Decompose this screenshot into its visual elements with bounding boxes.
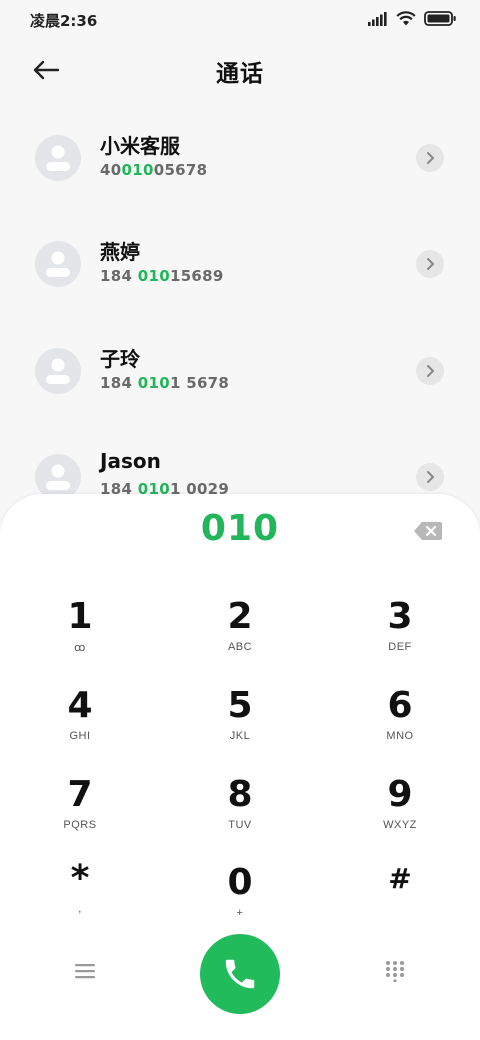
- key-digit: 9: [387, 774, 413, 815]
- key-digit: 3: [387, 596, 413, 637]
- dialpad-panel: 010 1 ꝏ 2 ABC 3 DEF 4 GHI 5 JKL 6 MNO 7 …: [0, 494, 480, 1040]
- match-highlight: 010: [137, 374, 170, 392]
- match-highlight: 010: [137, 267, 170, 285]
- contact-row[interactable]: 燕婷 184 01015689: [0, 220, 480, 308]
- key-digit: 8: [227, 774, 253, 815]
- key-letters: WXYZ: [383, 819, 417, 831]
- keypad-icon: [386, 961, 404, 982]
- status-icons: [368, 11, 456, 26]
- call-button[interactable]: [200, 934, 280, 1014]
- key-digit: 5: [227, 685, 253, 726]
- key-letters: TUV: [228, 819, 252, 831]
- key-letters: +: [236, 907, 244, 919]
- contact-number: 184 01015689: [100, 267, 224, 285]
- key-digit: 1: [67, 596, 93, 637]
- contact-detail-button[interactable]: [416, 463, 444, 491]
- key-star[interactable]: * ,: [20, 858, 140, 940]
- key-digit: 0: [227, 862, 253, 903]
- dial-input[interactable]: 010: [0, 508, 480, 549]
- key-letters: DEF: [388, 641, 412, 653]
- contact-row[interactable]: 小米客服 4001005678: [0, 114, 480, 202]
- key-digit: 2: [227, 596, 253, 637]
- key-digit: #: [388, 862, 412, 895]
- menu-icon: [75, 964, 95, 979]
- key-letters: MNO: [386, 730, 414, 742]
- key-digit: 7: [67, 774, 93, 815]
- key-letters: JKL: [229, 730, 251, 742]
- contact-row[interactable]: 子玲 184 0101 5678: [0, 327, 480, 415]
- voicemail-icon: ꝏ: [74, 642, 86, 654]
- person-icon: [46, 251, 70, 277]
- avatar: [35, 348, 81, 394]
- contact-detail-button[interactable]: [416, 357, 444, 385]
- key-3[interactable]: 3 DEF: [340, 596, 460, 678]
- chevron-right-icon: [427, 365, 434, 377]
- key-4[interactable]: 4 GHI: [20, 685, 140, 767]
- match-highlight: 010: [121, 161, 154, 179]
- avatar: [35, 135, 81, 181]
- phone-icon: [225, 959, 255, 989]
- contact-number: 4001005678: [100, 161, 208, 179]
- key-0[interactable]: 0 +: [180, 862, 300, 944]
- contact-name: Jason: [100, 449, 161, 473]
- chevron-right-icon: [427, 258, 434, 270]
- avatar: [35, 241, 81, 287]
- menu-button[interactable]: [70, 956, 100, 986]
- contact-number: 184 0101 5678: [100, 374, 230, 392]
- page-title: 通话: [216, 61, 264, 87]
- person-icon: [46, 358, 70, 384]
- contact-detail-button[interactable]: [416, 250, 444, 278]
- key-digit: 4: [67, 685, 93, 726]
- backspace-icon: [414, 522, 442, 540]
- contact-detail-button[interactable]: [416, 144, 444, 172]
- keypad-toggle-button[interactable]: [380, 956, 410, 986]
- backspace-button[interactable]: [413, 521, 443, 541]
- wifi-icon: [396, 11, 416, 26]
- key-5[interactable]: 5 JKL: [180, 685, 300, 767]
- key-letters: ABC: [227, 641, 253, 653]
- status-time: 凌晨2:36: [30, 12, 98, 30]
- signal-icon: [368, 11, 387, 26]
- key-hash[interactable]: #: [340, 858, 460, 940]
- contact-name: 子玲: [100, 347, 140, 371]
- key-letters: GHI: [69, 730, 91, 742]
- key-2[interactable]: 2 ABC: [180, 596, 300, 678]
- chevron-right-icon: [427, 152, 434, 164]
- chevron-right-icon: [427, 471, 434, 483]
- key-digit: 6: [387, 685, 413, 726]
- contact-name: 燕婷: [100, 240, 140, 264]
- battery-icon: [424, 11, 456, 26]
- key-letters: PQRS: [63, 819, 97, 831]
- key-8[interactable]: 8 TUV: [180, 774, 300, 856]
- key-1[interactable]: 1 ꝏ: [20, 596, 140, 678]
- contact-name: 小米客服: [100, 134, 180, 158]
- key-digit: *: [70, 858, 90, 899]
- person-icon: [46, 145, 70, 171]
- status-bar: 凌晨2:36: [0, 0, 480, 40]
- key-6[interactable]: 6 MNO: [340, 685, 460, 767]
- key-7[interactable]: 7 PQRS: [20, 774, 140, 856]
- key-9[interactable]: 9 WXYZ: [340, 774, 460, 856]
- key-letters: ,: [78, 903, 82, 915]
- header: 通话: [0, 40, 480, 100]
